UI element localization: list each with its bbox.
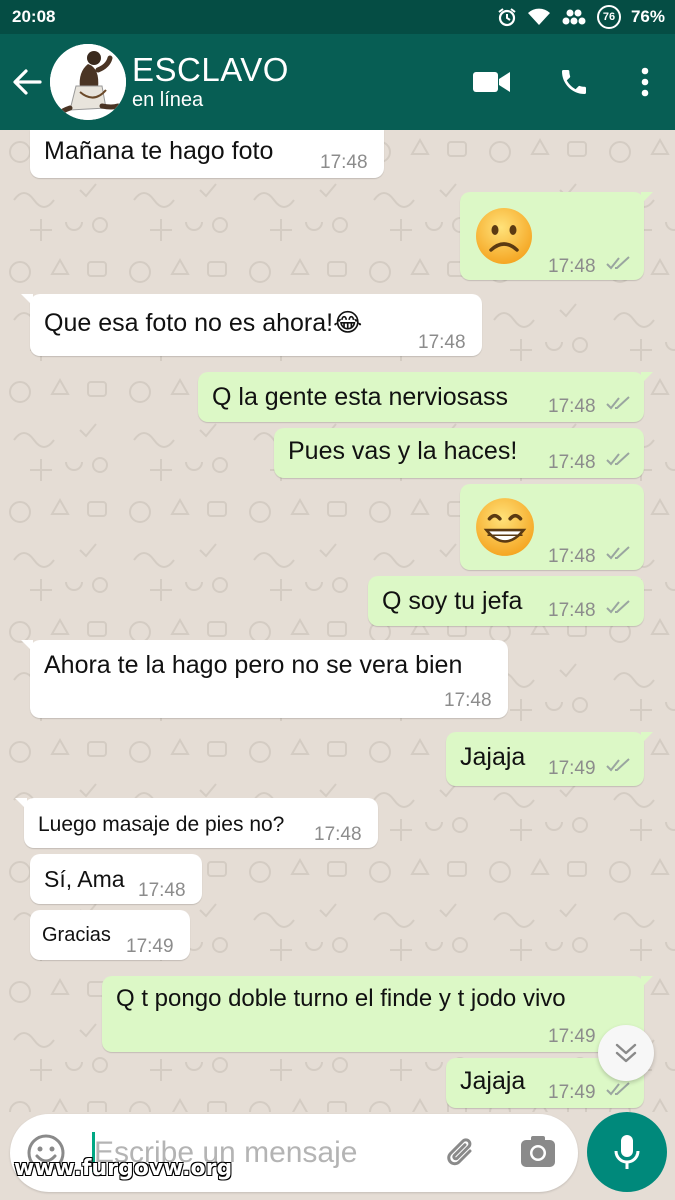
message-text: Pues vas y la haces! [288,437,518,465]
message-text: Q soy tu jefa [382,587,523,615]
battery-ring-icon: 76 [596,5,621,29]
message-time: 17:48 [548,600,596,621]
message-time: 17:49 [548,758,596,779]
microphone-icon [614,1135,640,1169]
message-time: 17:49 [126,936,174,957]
message-time: 17:48 [320,152,368,173]
chat-header: ESCLAVO en línea [0,34,675,130]
incoming-message[interactable]: Sí, Ama 17:48 [30,854,202,904]
status-bar: 20:08 76 76% [0,0,675,34]
message-text: Sí, Ama [44,866,125,892]
incoming-message[interactable]: Luego masaje de pies no? 17:48 [15,798,378,848]
bubble-tail [15,798,27,810]
outgoing-message[interactable]: 17:48 [460,484,644,570]
status-time: 20:08 [12,7,56,26]
message-text: Q t pongo doble turno el finde y t jodo … [116,985,566,1012]
double-chevron-down-icon [615,1043,637,1063]
message-time: 17:48 [548,546,596,567]
wifi-icon [527,7,551,27]
message-time: 17:49 [548,1026,596,1047]
video-camera-icon [473,72,510,92]
incoming-message[interactable]: Ahora te la hago pero no se vera bien 17… [21,640,508,718]
outgoing-message[interactable]: Jajaja 17:49 [446,732,653,786]
message-text: Gracias [42,924,111,946]
header-actions [451,52,675,112]
contact-name: ESCLAVO [132,51,289,88]
arrow-left-icon [13,69,42,95]
incoming-message[interactable]: Mañana te hago foto 17:48 [30,130,384,178]
outgoing-message[interactable]: Q t pongo doble turno el finde y t jodo … [102,976,653,1052]
message-text: Q la gente esta nerviosass [212,383,508,411]
bubble-tail [641,732,653,744]
voice-message-button[interactable] [587,1112,667,1192]
bubble-tail [21,294,33,306]
double-check-icon [606,600,630,614]
double-check-icon [606,396,630,410]
message-text: Mañana te hago foto [44,137,274,165]
scroll-to-bottom-button[interactable] [598,1025,654,1081]
outgoing-message[interactable]: Pues vas y la haces! 17:48 [274,428,644,478]
more-options-button[interactable] [615,52,675,112]
alarm-icon [497,7,517,27]
double-check-icon [606,256,630,270]
outgoing-message[interactable]: Q la gente esta nerviosass 17:48 [198,372,653,422]
outgoing-message[interactable]: Q soy tu jefa 17:48 [368,576,644,626]
watermark-text: www.furgovw.org [14,1156,233,1181]
message-time: 17:48 [138,880,186,901]
message-text: Luego masaje de pies no? [38,813,285,836]
double-check-icon [606,546,630,560]
incoming-message[interactable]: Gracias 17:49 [30,910,190,960]
message-text: Jajaja [460,743,526,771]
paperclip-icon[interactable] [442,1133,482,1173]
message-text: Jajaja [460,1067,526,1095]
message-time: 17:48 [418,332,466,353]
signal-dots-icon [561,7,587,27]
bubble-tail [641,372,653,384]
camera-icon[interactable] [518,1132,558,1172]
message-time: 17:48 [548,396,596,417]
message-time: 17:48 [444,690,492,711]
more-vert-icon [641,67,649,97]
bubble-tail [641,976,653,988]
message-time: 17:48 [548,452,596,473]
double-check-icon [606,758,630,772]
kneeling-figure-icon [50,44,126,120]
message-time: 17:49 [548,1082,596,1103]
contact-info[interactable]: ESCLAVO en línea [132,51,289,112]
status-icons: 76 76% [497,5,665,29]
outgoing-message[interactable]: 17:48 [460,192,653,280]
double-check-icon [606,452,630,466]
message-text: Que esa foto no es ahora!😂 [44,309,363,337]
message-text: Ahora te la hago pero no se vera bien [44,651,463,679]
contact-status: en línea [132,89,204,111]
battery-percent: 76% [630,7,665,26]
incoming-message[interactable]: Que esa foto no es ahora!😂 17:48 [21,294,482,356]
bubble-tail [641,192,653,204]
voice-call-button[interactable] [533,52,615,112]
avatar[interactable] [50,44,126,120]
video-call-button[interactable] [451,52,533,112]
back-button[interactable] [4,52,50,112]
message-list[interactable]: Mañana te hago foto 17:48 17:48 Que esa … [0,130,675,1112]
message-time: 17:48 [314,824,362,845]
double-check-icon [606,1082,630,1096]
bubble-tail [21,640,33,652]
phone-icon [562,70,586,94]
message-time: 17:48 [548,256,596,277]
slightly-frowning-face-icon [476,208,532,264]
grinning-face-icon [476,498,534,556]
